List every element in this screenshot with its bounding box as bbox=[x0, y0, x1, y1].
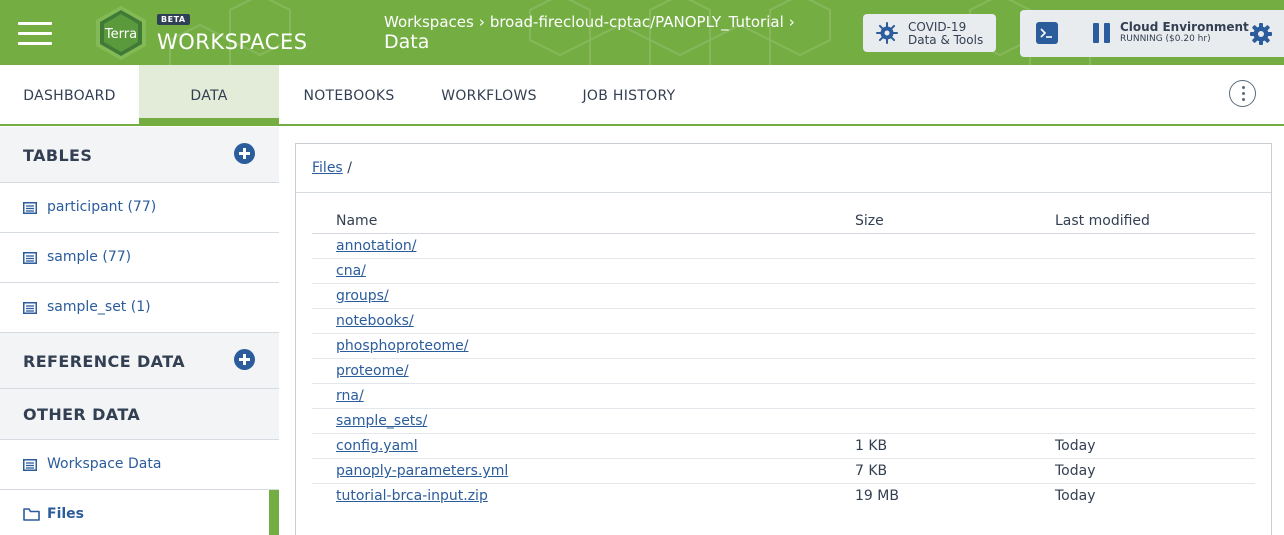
files-panel: Files / Name Size Last modified annotati… bbox=[295, 143, 1272, 535]
file-link[interactable]: sample_sets/ bbox=[336, 413, 427, 429]
sidebar-item-label: sample_set (1) bbox=[47, 299, 151, 315]
column-header-last-modified[interactable]: Last modified bbox=[1055, 213, 1150, 229]
file-link[interactable]: config.yaml bbox=[336, 438, 418, 454]
cloud-environment-panel: Cloud Environment RUNNING ($0.20 hr) bbox=[1020, 10, 1284, 57]
table-icon bbox=[23, 302, 37, 314]
file-link[interactable]: rna/ bbox=[336, 388, 364, 404]
file-modified: Today bbox=[1055, 438, 1096, 454]
covid-button-subtitle: Data & Tools bbox=[908, 33, 984, 47]
sidebar-item-workspace-data[interactable]: Workspace Data bbox=[0, 440, 279, 490]
reference-data-section-title: REFERENCE DATA bbox=[23, 352, 186, 371]
tab-job-history[interactable]: JOB HISTORY bbox=[559, 65, 699, 124]
page-title: Data bbox=[384, 31, 430, 53]
covid-data-tools-button[interactable]: COVID-19 Data & Tools bbox=[863, 14, 996, 52]
table-icon bbox=[23, 202, 37, 214]
table-row: proteome/ bbox=[312, 359, 1255, 384]
files-table-body: annotation/ cna/ groups/ notebooks/ phos… bbox=[312, 234, 1255, 509]
file-link[interactable]: annotation/ bbox=[336, 238, 417, 254]
file-modified: Today bbox=[1055, 488, 1096, 504]
terminal-icon[interactable] bbox=[1036, 22, 1058, 44]
tab-workflows[interactable]: WORKFLOWS bbox=[419, 65, 559, 124]
tab-notebooks[interactable]: NOTEBOOKS bbox=[279, 65, 419, 124]
beta-badge: BETA bbox=[157, 14, 190, 25]
files-breadcrumb-suffix: / bbox=[347, 160, 352, 176]
cloud-environment-title: Cloud Environment bbox=[1120, 20, 1249, 34]
file-size: 19 MB bbox=[855, 488, 899, 504]
covid-button-title: COVID-19 bbox=[908, 20, 967, 34]
table-row: annotation/ bbox=[312, 234, 1255, 259]
table-row: tutorial-brca-input.zip 19 MB Today bbox=[312, 484, 1255, 509]
data-sidebar: TABLES participant (77) sample (77) samp… bbox=[0, 127, 279, 535]
table-icon bbox=[23, 459, 37, 471]
table-icon bbox=[23, 252, 37, 264]
tab-dashboard[interactable]: DASHBOARD bbox=[0, 65, 139, 124]
column-header-name[interactable]: Name bbox=[336, 213, 377, 229]
pause-icon[interactable] bbox=[1093, 23, 1111, 43]
files-breadcrumb: Files / bbox=[312, 160, 352, 176]
add-reference-data-icon[interactable] bbox=[234, 349, 255, 370]
table-row: phosphoproteome/ bbox=[312, 334, 1255, 359]
sidebar-item-sample[interactable]: sample (77) bbox=[0, 233, 279, 283]
breadcrumb-workspaces-link[interactable]: Workspaces bbox=[384, 13, 474, 31]
more-options-icon[interactable] bbox=[1229, 80, 1256, 107]
add-table-icon[interactable] bbox=[234, 143, 255, 164]
column-header-size[interactable]: Size bbox=[855, 213, 884, 229]
file-size: 1 KB bbox=[855, 438, 888, 454]
table-row: config.yaml 1 KB Today bbox=[312, 434, 1255, 459]
terra-logo-text: Terra bbox=[104, 27, 137, 42]
file-link[interactable]: cna/ bbox=[336, 263, 366, 279]
terra-logo[interactable]: Terra bbox=[92, 5, 150, 61]
sidebar-item-label: sample (77) bbox=[47, 249, 132, 265]
table-row: rna/ bbox=[312, 384, 1255, 409]
files-root-link[interactable]: Files bbox=[312, 160, 343, 176]
hamburger-menu-button[interactable] bbox=[18, 20, 52, 46]
sidebar-item-label: Files bbox=[47, 506, 84, 522]
file-link[interactable]: panoply-parameters.yml bbox=[336, 463, 508, 479]
sidebar-item-sample-set[interactable]: sample_set (1) bbox=[0, 283, 279, 333]
breadcrumb-workspace-link[interactable]: broad-firecloud-cptac/PANOPLY_Tutorial bbox=[490, 13, 784, 31]
reference-data-section-header: REFERENCE DATA bbox=[0, 333, 279, 389]
app-title: WORKSPACES bbox=[157, 30, 308, 54]
gear-icon[interactable] bbox=[1249, 22, 1273, 46]
tab-data[interactable]: DATA bbox=[139, 65, 279, 126]
divider bbox=[296, 192, 1271, 193]
tables-section-title: TABLES bbox=[23, 146, 93, 165]
breadcrumb: Workspaces › broad-firecloud-cptac/PANOPLY… bbox=[384, 13, 800, 31]
file-link[interactable]: proteome/ bbox=[336, 363, 409, 379]
sidebar-item-files[interactable]: Files bbox=[0, 490, 279, 535]
tables-section-header: TABLES bbox=[0, 127, 279, 183]
file-link[interactable]: groups/ bbox=[336, 288, 389, 304]
sidebar-item-label: Workspace Data bbox=[47, 456, 162, 472]
folder-icon bbox=[23, 508, 40, 521]
top-header: Terra BETA WORKSPACES Workspaces › broad-f… bbox=[0, 0, 1284, 65]
table-row: sample_sets/ bbox=[312, 409, 1255, 434]
sidebar-item-participant[interactable]: participant (77) bbox=[0, 183, 279, 233]
other-data-section-header: OTHER DATA bbox=[0, 389, 279, 440]
file-size: 7 KB bbox=[855, 463, 888, 479]
table-row: groups/ bbox=[312, 284, 1255, 309]
other-data-section-title: OTHER DATA bbox=[23, 405, 141, 424]
table-row: notebooks/ bbox=[312, 309, 1255, 334]
sidebar-item-label: participant (77) bbox=[47, 199, 157, 215]
file-link[interactable]: notebooks/ bbox=[336, 313, 414, 329]
file-link[interactable]: phosphoproteome/ bbox=[336, 338, 468, 354]
file-modified: Today bbox=[1055, 463, 1096, 479]
table-row: panoply-parameters.yml 7 KB Today bbox=[312, 459, 1255, 484]
table-row: cna/ bbox=[312, 259, 1255, 284]
workspace-tab-bar: DASHBOARD DATA NOTEBOOKS WORKFLOWS JOB H… bbox=[0, 65, 1284, 126]
virus-icon bbox=[876, 22, 898, 44]
breadcrumb-separator: › bbox=[478, 13, 485, 31]
cloud-environment-status: RUNNING ($0.20 hr) bbox=[1120, 34, 1211, 44]
file-link[interactable]: tutorial-brca-input.zip bbox=[336, 488, 488, 504]
breadcrumb-separator: › bbox=[788, 13, 795, 31]
files-table-header: Name Size Last modified bbox=[312, 212, 1255, 234]
